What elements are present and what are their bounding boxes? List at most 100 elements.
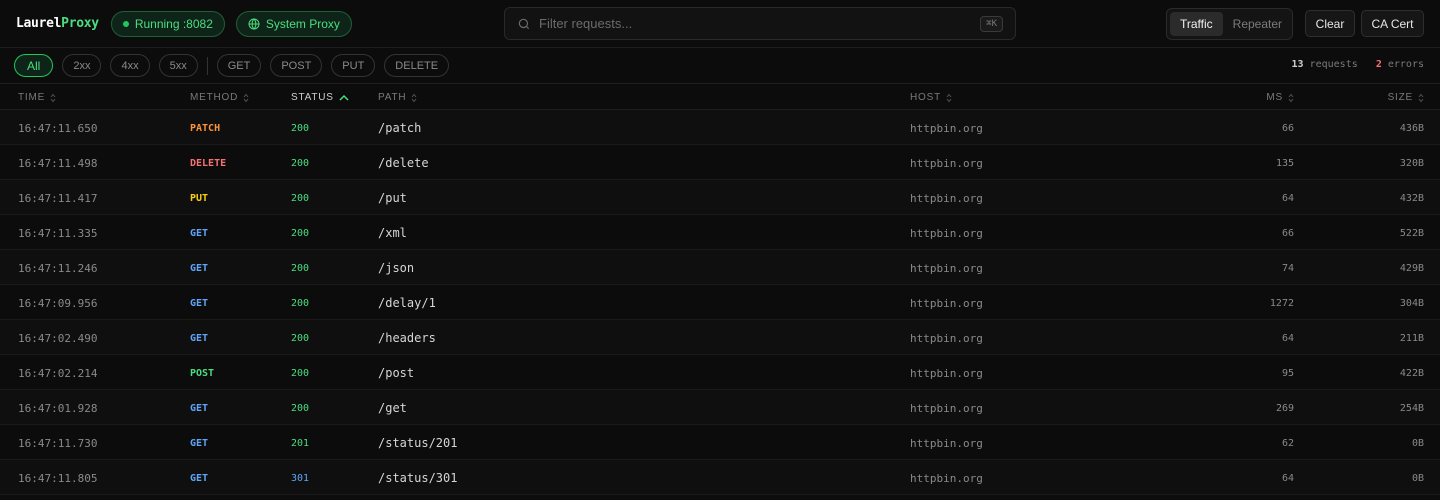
cell-method: GET: [190, 263, 209, 274]
system-proxy-label: System Proxy: [265, 16, 340, 31]
filter-bar: All 2xx 4xx 5xx GET POST PUT DELETE 13 r…: [0, 48, 1440, 84]
cell-time: 16:47:11.650: [18, 122, 98, 135]
cell-ms: 66: [1281, 123, 1294, 134]
filter-chip-post[interactable]: POST: [270, 54, 323, 77]
table-row[interactable]: 16:47:11.335 GET 200 /xml httpbin.org 66…: [0, 215, 1440, 250]
cell-path: /xml: [378, 226, 407, 240]
column-header-time-label: TIME: [18, 92, 46, 103]
cell-ms: 66: [1281, 228, 1294, 239]
column-header-time[interactable]: TIME: [18, 92, 56, 103]
table-row[interactable]: 16:47:02.214 POST 200 /post httpbin.org …: [0, 355, 1440, 390]
column-header-method[interactable]: METHOD: [190, 92, 249, 103]
cell-path: /delay/1: [378, 296, 436, 310]
cell-host: httpbin.org: [910, 472, 983, 485]
cell-path: /patch: [378, 121, 422, 135]
cell-method: GET: [190, 403, 209, 414]
cell-host: httpbin.org: [910, 367, 983, 380]
cell-ms: 64: [1281, 333, 1294, 344]
logo-text-accent: Proxy: [61, 16, 99, 31]
cell-status: 200: [291, 298, 310, 309]
table-row[interactable]: 16:47:11.730 GET 201 /status/201 httpbin…: [0, 425, 1440, 460]
column-header-path[interactable]: PATH: [378, 92, 417, 103]
tab-traffic[interactable]: Traffic: [1170, 12, 1223, 36]
filter-chip-2xx[interactable]: 2xx: [62, 54, 102, 77]
cell-host: httpbin.org: [910, 297, 983, 310]
cell-time: 16:47:02.490: [18, 332, 98, 345]
filter-search-box[interactable]: ⌘K: [504, 7, 1016, 40]
table-row[interactable]: 16:47:11.417 PUT 200 /put httpbin.org 64…: [0, 180, 1440, 215]
cell-method: GET: [190, 228, 209, 239]
cell-host: httpbin.org: [910, 262, 983, 275]
cell-size: 522B: [1399, 228, 1424, 239]
view-switcher: Traffic Repeater: [1166, 8, 1293, 40]
column-header-method-label: METHOD: [190, 92, 239, 103]
cell-ms: 135: [1275, 158, 1294, 169]
table-row[interactable]: 16:47:09.956 GET 200 /delay/1 httpbin.or…: [0, 285, 1440, 320]
filter-search-input[interactable]: [539, 16, 981, 31]
column-header-path-label: PATH: [378, 92, 407, 103]
cell-size: 211B: [1399, 333, 1424, 344]
cell-ms: 64: [1281, 473, 1294, 484]
clear-button[interactable]: Clear: [1305, 10, 1355, 37]
cell-host: httpbin.org: [910, 402, 983, 415]
request-count-label: requests: [1309, 59, 1358, 70]
table-row[interactable]: 16:47:11.805 GET 301 /status/301 httpbin…: [0, 460, 1440, 495]
cell-method: PUT: [190, 193, 209, 204]
request-count: 13: [1291, 59, 1304, 70]
table-row[interactable]: 16:47:11.650 PATCH 200 /patch httpbin.or…: [0, 110, 1440, 145]
cell-size: 429B: [1399, 263, 1424, 274]
cell-size: 320B: [1399, 158, 1424, 169]
proxy-running-badge[interactable]: Running :8082: [110, 10, 225, 37]
table-row[interactable]: 16:47:02.490 GET 200 /headers httpbin.or…: [0, 320, 1440, 355]
table-row[interactable]: 16:47:01.928 GET 200 /get httpbin.org 26…: [0, 390, 1440, 425]
logo-text-primary: Laurel: [16, 16, 62, 31]
cell-path: /post: [378, 366, 415, 380]
cell-ms: 74: [1281, 263, 1294, 274]
cell-ms: 1272: [1269, 298, 1294, 309]
filter-chip-delete[interactable]: DELETE: [384, 54, 450, 77]
table-header: TIME METHOD STATUS PATH HOST MS SIZE: [0, 84, 1440, 110]
table-row[interactable]: 16:47:11.246 GET 200 /json httpbin.org 7…: [0, 250, 1440, 285]
cell-path: /delete: [378, 156, 429, 170]
cell-status: 200: [291, 368, 310, 379]
cell-size: 254B: [1399, 403, 1424, 414]
sort-unsorted-icon: [50, 93, 56, 102]
top-bar: LaurelProxy Running :8082 System Proxy ⌘…: [0, 0, 1440, 48]
cell-path: /headers: [378, 331, 436, 345]
ca-cert-button[interactable]: CA Cert: [1361, 10, 1424, 37]
cell-size: 0B: [1411, 438, 1424, 449]
cell-host: httpbin.org: [910, 157, 983, 170]
cell-path: /json: [378, 261, 415, 275]
column-header-size[interactable]: SIZE: [1388, 92, 1424, 103]
column-header-ms[interactable]: MS: [1266, 92, 1294, 103]
cell-method: POST: [190, 368, 215, 379]
cell-host: httpbin.org: [910, 122, 983, 135]
tab-repeater[interactable]: Repeater: [1223, 12, 1292, 36]
cell-ms: 62: [1281, 438, 1294, 449]
error-count: 2: [1375, 59, 1382, 70]
cell-path: /put: [378, 191, 407, 205]
table-row[interactable]: 16:47:11.498 DELETE 200 /delete httpbin.…: [0, 145, 1440, 180]
filter-chip-put[interactable]: PUT: [331, 54, 376, 77]
cell-method: GET: [190, 333, 209, 344]
cell-status: 201: [291, 438, 310, 449]
cell-time: 16:47:11.498: [18, 157, 98, 170]
sort-unsorted-icon: [243, 93, 249, 102]
running-status-dot-icon: [122, 20, 129, 27]
system-proxy-toggle[interactable]: System Proxy: [235, 10, 352, 37]
column-header-status[interactable]: STATUS: [291, 92, 349, 103]
search-icon: [518, 18, 530, 29]
cell-size: 304B: [1399, 298, 1424, 309]
filter-chip-4xx[interactable]: 4xx: [110, 54, 150, 77]
cell-host: httpbin.org: [910, 192, 983, 205]
cell-status: 200: [291, 263, 310, 274]
filter-chip-get[interactable]: GET: [216, 54, 262, 77]
cell-method: GET: [190, 473, 209, 484]
column-header-ms-label: MS: [1266, 92, 1283, 103]
cell-time: 16:47:11.805: [18, 472, 98, 485]
column-header-host[interactable]: HOST: [910, 92, 952, 103]
cell-method: GET: [190, 298, 209, 309]
filter-chip-5xx[interactable]: 5xx: [158, 54, 198, 77]
filter-chip-all[interactable]: All: [14, 54, 54, 77]
cell-size: 436B: [1399, 123, 1424, 134]
